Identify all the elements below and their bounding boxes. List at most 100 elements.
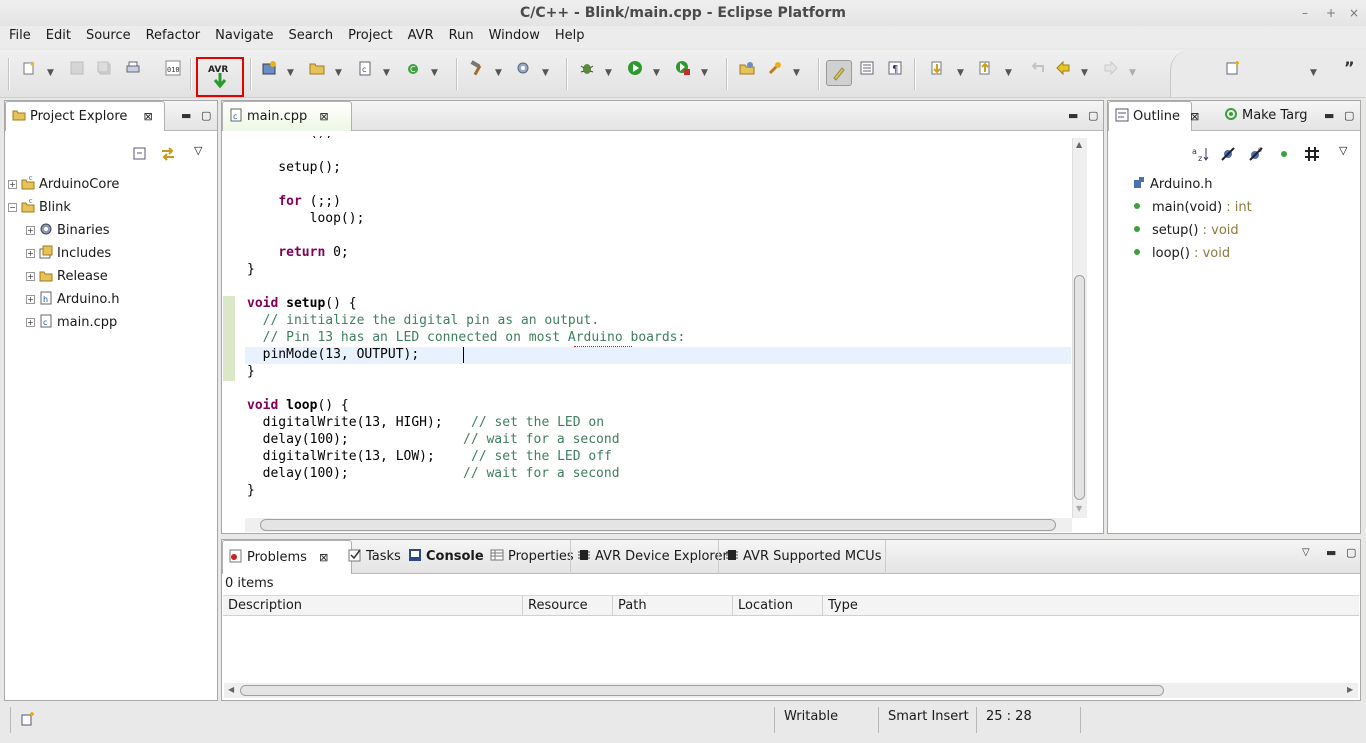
chevron-down-icon[interactable]: ▼ [287, 60, 297, 86]
code-line[interactable]: setup(); [247, 159, 341, 176]
menu-avr[interactable]: AVR [399, 26, 440, 46]
editor-horizontal-scroll-thumb[interactable] [260, 519, 1056, 531]
last-edit-location-icon[interactable] [1026, 60, 1048, 86]
new-cpp-project-icon[interactable] [258, 60, 280, 86]
menu-refactor[interactable]: Refactor [137, 26, 207, 46]
minimize-view-icon[interactable]: ▬ [181, 101, 191, 131]
chevron-down-icon[interactable]: ▼ [1310, 60, 1320, 86]
open-type-icon[interactable] [736, 60, 758, 86]
column-type[interactable]: Type [823, 596, 923, 616]
chevron-down-icon[interactable]: ▼ [335, 60, 345, 86]
close-tab-icon[interactable]: ⊠ [319, 110, 328, 123]
build-settings-icon[interactable] [512, 60, 534, 86]
code-comment[interactable]: // wait for a second [463, 431, 620, 448]
code-comment[interactable]: // initialize the digital pin as an outp… [247, 312, 600, 329]
code-line[interactable]: void loop() { [247, 397, 349, 414]
save-all-icon[interactable] [94, 60, 116, 86]
code-line[interactable]: for (;;) [247, 193, 341, 210]
run-icon[interactable] [624, 60, 646, 86]
code-comment[interactable]: // wait for a second [463, 465, 620, 482]
menu-search[interactable]: Search [279, 26, 339, 46]
maximize-icon[interactable]: + [1326, 0, 1336, 26]
outline-item-loop[interactable]: loop() : void [1134, 244, 1230, 264]
previous-annotation-icon[interactable] [974, 60, 996, 86]
chevron-down-icon[interactable]: ▼ [793, 60, 803, 86]
chevron-down-icon[interactable]: ▼ [1081, 60, 1091, 86]
outline-item-setup[interactable]: setup() : void [1134, 221, 1239, 241]
maximize-view-icon[interactable]: ▢ [1346, 540, 1356, 566]
minimize-view-icon[interactable]: ▬ [1326, 540, 1336, 566]
hide-macros-icon[interactable] [1304, 146, 1320, 166]
forward-arrow-icon[interactable] [1100, 60, 1122, 86]
tab-properties[interactable]: Properties [484, 540, 574, 574]
code-line[interactable]: } [247, 261, 255, 278]
scroll-down-icon[interactable]: ▼ [1076, 504, 1082, 513]
close-tab-icon[interactable]: ⊠ [144, 110, 153, 123]
chevron-down-icon[interactable]: ▼ [431, 60, 441, 86]
code-comment[interactable]: // set the LED on [471, 414, 604, 431]
view-menu-icon[interactable]: ▽ [1339, 144, 1347, 157]
code-line[interactable]: void setup() { [247, 295, 357, 312]
tree-item-arduinocore[interactable]: + C ArduinoCore [8, 175, 119, 195]
menu-edit[interactable]: Edit [37, 26, 77, 46]
new-class-icon[interactable]: C [402, 60, 424, 86]
view-menu-icon[interactable]: ▽ [1302, 540, 1310, 566]
problems-horizontal-scroll-thumb[interactable] [240, 685, 1164, 696]
tab-console[interactable]: Console [402, 540, 484, 574]
toggle-mark-occurrences-button[interactable] [826, 60, 852, 86]
column-location[interactable]: Location [733, 596, 823, 616]
code-line[interactable]: } [247, 363, 255, 380]
print-icon[interactable] [122, 60, 144, 86]
toolbar-overflow-icon[interactable]: ” [1344, 58, 1355, 77]
chevron-down-icon[interactable]: ▼ [605, 60, 615, 86]
collapse-all-icon[interactable] [132, 146, 148, 166]
new-folder-icon[interactable] [306, 60, 328, 86]
column-description[interactable]: Description [223, 596, 523, 616]
code-line[interactable]: pinMode(13, OUTPUT); [247, 346, 420, 363]
code-line[interactable]: digitalWrite(13, HIGH); [247, 414, 443, 431]
menu-file[interactable]: File [0, 26, 37, 46]
menu-run[interactable]: Run [440, 26, 480, 46]
outline-item-include[interactable]: Arduino.h [1132, 175, 1212, 195]
avr-upload-button[interactable]: AVR [196, 57, 244, 97]
tab-outline[interactable]: Outline ⊠ [1108, 101, 1199, 131]
expand-icon[interactable]: + [26, 272, 35, 281]
run-external-tool-icon[interactable] [672, 60, 694, 86]
tree-item-blink[interactable]: − C Blink [8, 198, 71, 218]
maximize-view-icon[interactable]: ▢ [1088, 101, 1098, 131]
menu-navigate[interactable]: Navigate [206, 26, 279, 46]
close-tab-icon[interactable]: ⊠ [319, 551, 328, 564]
close-icon[interactable]: × [1349, 0, 1359, 26]
hide-static-icon[interactable]: S [1248, 146, 1264, 166]
maximize-view-icon[interactable]: ▢ [201, 101, 211, 131]
search-torch-icon[interactable] [764, 60, 786, 86]
tab-avr-device-explorer[interactable]: AVR Device Explorer [570, 540, 728, 574]
minimize-icon[interactable]: – [1302, 0, 1308, 26]
tree-item-release[interactable]: + Release [26, 267, 108, 287]
new-icon[interactable] [18, 60, 40, 86]
minimize-view-icon[interactable]: ▬ [1068, 101, 1078, 131]
chevron-down-icon[interactable]: ▼ [701, 60, 711, 86]
link-with-editor-icon[interactable] [160, 146, 176, 166]
save-icon[interactable] [66, 60, 88, 86]
column-path[interactable]: Path [613, 596, 733, 616]
tab-main-cpp[interactable]: c main.cpp ⊠ [222, 101, 352, 131]
tree-item-includes[interactable]: + Includes [26, 244, 111, 264]
menu-window[interactable]: Window [480, 26, 546, 46]
menu-source[interactable]: Source [77, 26, 137, 46]
tab-make-target[interactable]: Make Targ [1218, 101, 1318, 131]
code-line[interactable]: return 0; [247, 244, 348, 261]
scroll-left-icon[interactable]: ◀ [228, 685, 234, 694]
hide-fields-icon[interactable] [1220, 146, 1236, 166]
debug-bug-icon[interactable] [576, 60, 598, 86]
maximize-view-icon[interactable]: ▢ [1344, 101, 1354, 131]
new-source-file-icon[interactable]: c [354, 60, 376, 86]
hide-non-public-icon[interactable] [1276, 146, 1292, 166]
binary-icon[interactable]: 010 [162, 60, 184, 86]
code-line[interactable]: digitalWrite(13, LOW); [247, 448, 435, 465]
tree-item-arduino-h[interactable]: + h Arduino.h [26, 290, 119, 310]
collapse-icon[interactable]: − [8, 203, 17, 212]
code-line[interactable]: delay(100); [247, 465, 349, 482]
next-annotation-icon[interactable] [926, 60, 948, 86]
code-comment[interactable]: // set the LED off [471, 448, 612, 465]
